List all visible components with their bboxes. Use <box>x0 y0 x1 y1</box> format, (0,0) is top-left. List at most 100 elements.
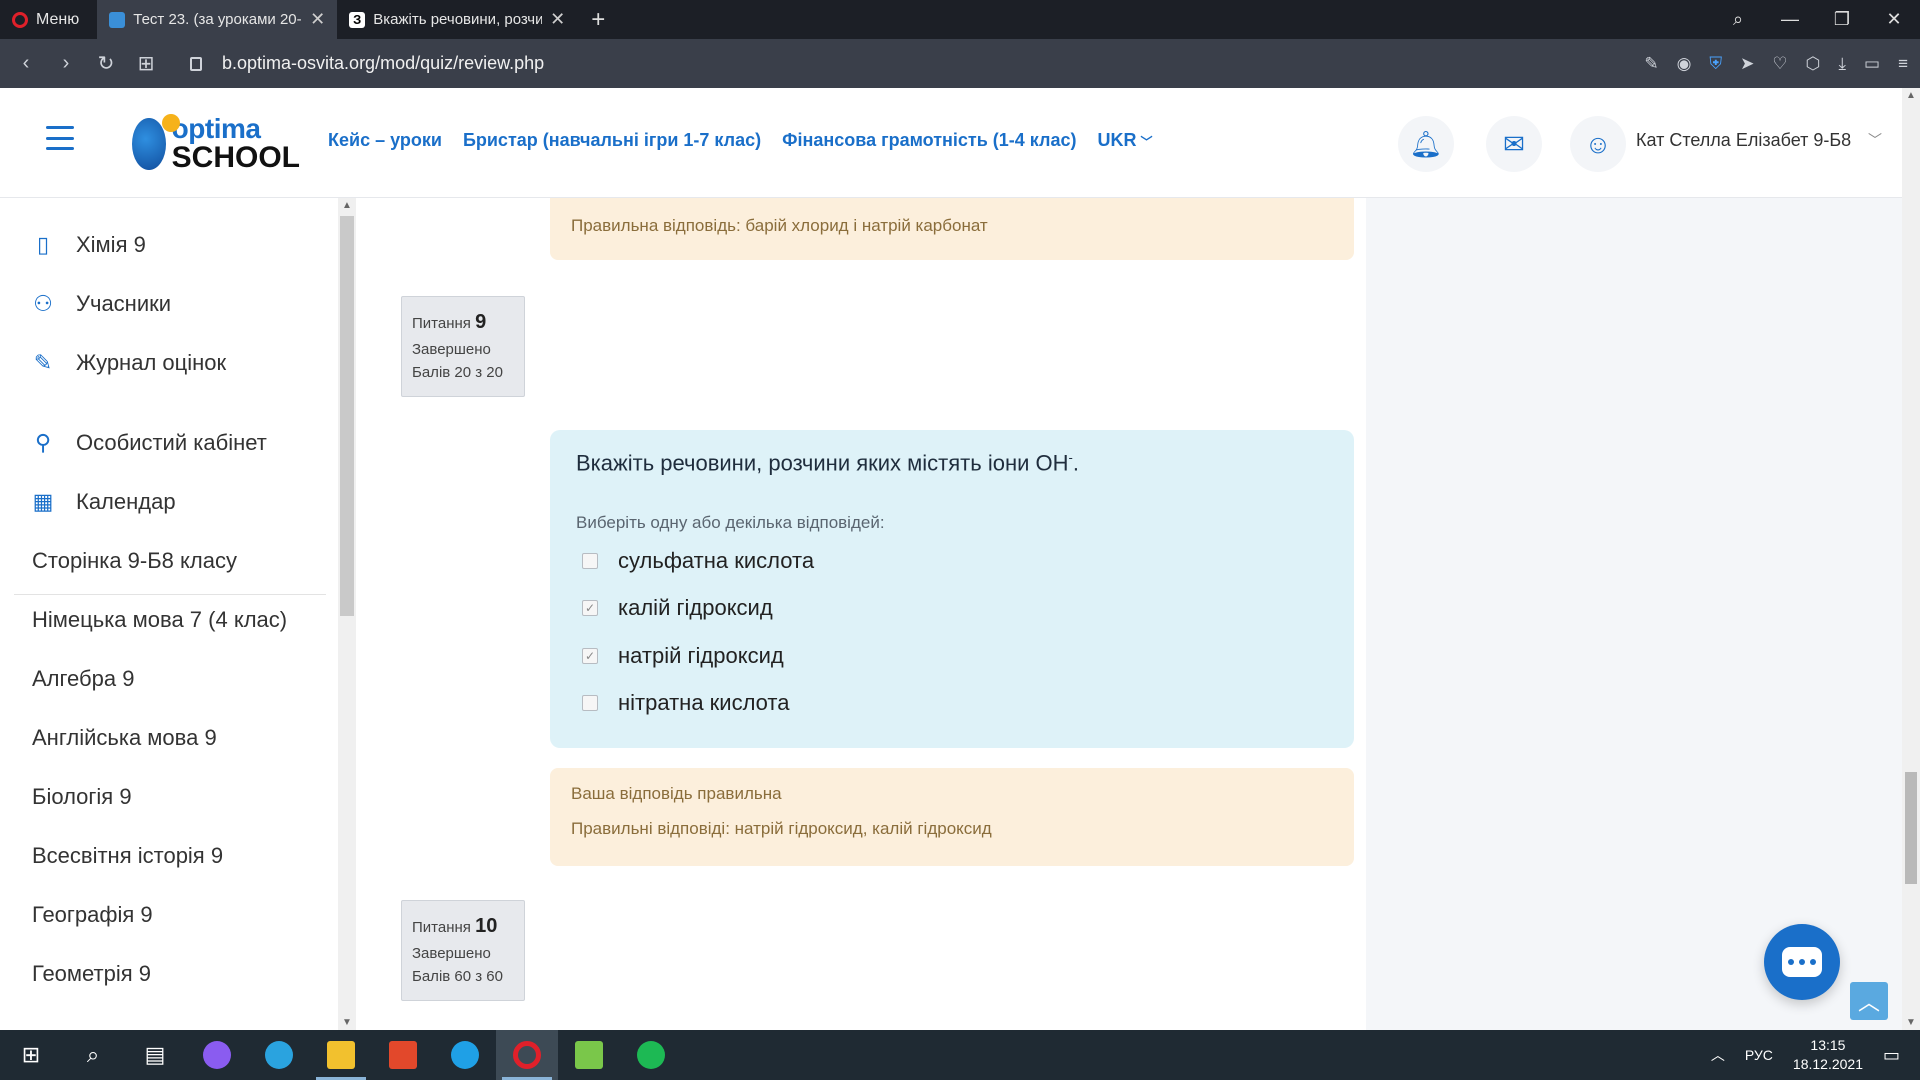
nav-case-lessons[interactable]: Кейс – уроки <box>328 130 442 151</box>
sidebar-item-label: Сторінка 9-Б8 класу <box>32 548 237 573</box>
app-office-icon[interactable] <box>372 1030 434 1080</box>
app-opera-icon[interactable] <box>496 1030 558 1080</box>
speed-dial-icon[interactable]: ⊞ <box>126 51 166 76</box>
site-favicon-icon <box>109 11 126 28</box>
send-icon[interactable]: ➤ <box>1740 54 1754 74</box>
page-scrollbar[interactable]: ▲ ▼ <box>1902 88 1920 1030</box>
scroll-down-icon[interactable]: ▼ <box>338 1017 356 1028</box>
back-icon[interactable]: ‹ <box>6 52 46 75</box>
question-9-feedback: Ваша відповідь правильна Правильні відпо… <box>550 768 1354 866</box>
answer-prompt: Виберіть одну або декілька відповідей: <box>576 513 885 532</box>
page-scroll-thumb[interactable] <box>1905 772 1917 884</box>
sidebar-item-profile[interactable]: ⚲ Особистий кабінет <box>30 430 267 456</box>
user-menu-chevron-icon[interactable]: ﹀ <box>1868 130 1882 150</box>
hamburger-icon[interactable] <box>46 126 74 150</box>
question-9-box: Вкажіть речовини, розчини яких містять і… <box>550 430 1354 748</box>
reload-icon[interactable]: ↻ <box>86 51 126 76</box>
sidebar-item-biology[interactable]: Біологія 9 <box>32 784 132 810</box>
battery-icon[interactable]: ▭ <box>1864 54 1880 74</box>
forward-icon[interactable]: › <box>46 52 86 75</box>
tab-search[interactable]: З Вкажіть речовини, розчи ✕ <box>337 0 577 39</box>
feedback-correct-answers: Правильні відповіді: натрій гідроксид, к… <box>571 819 992 838</box>
camera-icon[interactable]: ◉ <box>1677 54 1692 74</box>
cube-icon[interactable]: ⬡ <box>1806 54 1821 74</box>
scroll-up-icon[interactable]: ▲ <box>338 200 356 211</box>
user-name[interactable]: Кат Стелла Елізабет 9-Б8 <box>1636 130 1851 151</box>
opera-menu-button[interactable]: Меню <box>0 0 97 39</box>
sidebar-scroll-thumb[interactable] <box>340 216 354 616</box>
notifications-bell-icon[interactable]: 🔔︎ <box>1398 116 1454 172</box>
app-skype-icon[interactable] <box>434 1030 496 1080</box>
app-telegram-icon[interactable] <box>248 1030 310 1080</box>
logo-word-optima: optima <box>171 113 261 144</box>
sidebar-item-calendar[interactable]: ▦ Календар <box>30 489 176 515</box>
answer-option[interactable]: ✓ натрій гідроксид <box>582 643 784 669</box>
scroll-down-icon[interactable]: ▼ <box>1902 1017 1920 1028</box>
scroll-to-top-button[interactable]: ︿ <box>1850 982 1888 1020</box>
new-tab-icon[interactable]: + <box>577 6 619 34</box>
windows-start-icon[interactable]: ⊞ <box>0 1030 62 1080</box>
input-language[interactable]: РУС <box>1745 1047 1773 1063</box>
minimize-icon[interactable]: — <box>1764 9 1816 30</box>
user-avatar-icon[interactable]: ☺ <box>1570 116 1626 172</box>
close-window-icon[interactable]: ✕ <box>1868 9 1920 30</box>
search-tabs-icon[interactable]: ⌕ <box>1712 9 1764 30</box>
sidebar-item-label: Журнал оцінок <box>76 350 227 375</box>
close-tab-icon[interactable]: ✕ <box>550 9 565 30</box>
url-text: b.optima-osvita.org/mod/quiz/review.php <box>222 53 545 73</box>
restore-icon[interactable]: ❐ <box>1816 9 1868 30</box>
sidebar-item-participants[interactable]: ⚇ Учасники <box>30 291 171 317</box>
answer-option[interactable]: сульфатна кислота <box>582 548 814 574</box>
nav-brystar[interactable]: Бристар (навчальні ігри 1-7 клас) <box>463 130 761 151</box>
snapshot-edit-icon[interactable]: ✎ <box>1644 54 1658 74</box>
messages-icon[interactable]: ✉ <box>1486 116 1542 172</box>
sidebar-item-chemistry[interactable]: ▯ Хімія 9 <box>30 232 146 258</box>
sidebar-item-world-history[interactable]: Всесвітня історія 9 <box>32 843 223 869</box>
sidebar-item-geography[interactable]: Географія 9 <box>32 902 153 928</box>
tray-expand-icon[interactable]: ︿ <box>1711 1045 1725 1065</box>
sidebar-item-algebra[interactable]: Алгебра 9 <box>32 666 134 692</box>
sidebar-item-label: Хімія 9 <box>76 232 146 257</box>
question-text: Вкажіть речовини, розчини яких містять і… <box>576 450 1079 476</box>
checkbox-checked[interactable]: ✓ <box>582 648 598 664</box>
shield-icon[interactable]: ⛨ <box>1709 54 1722 74</box>
task-view-icon[interactable]: ▤ <box>124 1030 186 1080</box>
nav-financial-literacy[interactable]: Фінансова грамотність (1-4 клас) <box>782 130 1076 151</box>
site-logo[interactable]: optima SCHOOL <box>132 113 300 173</box>
checkbox-unchecked[interactable] <box>582 695 598 711</box>
menu-icon[interactable]: ≡ <box>1898 54 1908 74</box>
nav-language[interactable]: UKR ﹀ <box>1098 130 1153 151</box>
tab-quiz[interactable]: Тест 23. (за уроками 20-22 ✕ <box>97 0 338 39</box>
download-icon[interactable]: ⤓ <box>1839 54 1847 74</box>
sidebar-item-english[interactable]: Англійська мова 9 <box>32 725 217 751</box>
chat-button[interactable] <box>1764 924 1840 1000</box>
notifications-icon[interactable]: ▭ <box>1883 1045 1900 1066</box>
app-alice-icon[interactable] <box>186 1030 248 1080</box>
question-grade: Балів 60 з 60 <box>412 968 503 986</box>
clock-date: 18.12.2021 <box>1792 1056 1863 1072</box>
sidebar-item-gradebook[interactable]: ✎ Журнал оцінок <box>30 350 226 376</box>
answer-option[interactable]: ✓ калій гідроксид <box>582 595 773 621</box>
scroll-up-icon[interactable]: ▲ <box>1902 90 1920 101</box>
app-file-explorer-icon[interactable] <box>310 1030 372 1080</box>
sidebar-scrollbar[interactable]: ▲ ▼ <box>338 198 356 1030</box>
sidebar-item-label: Календар <box>76 489 176 514</box>
sidebar-item-label: Особистий кабінет <box>76 430 267 455</box>
clock[interactable]: 13:15 18.12.2021 <box>1793 1036 1863 1074</box>
app-spotify-icon[interactable] <box>620 1030 682 1080</box>
sidebar-nav: ▯ Хімія 9 ⚇ Учасники ✎ Журнал оцінок ⚲ О… <box>0 198 338 1030</box>
close-tab-icon[interactable]: ✕ <box>310 9 325 30</box>
checkbox-unchecked[interactable] <box>582 553 598 569</box>
url-field[interactable]: b.optima-osvita.org/mod/quiz/review.php <box>190 53 544 74</box>
sidebar-item-class-page[interactable]: Сторінка 9-Б8 класу <box>32 548 237 574</box>
app-bluestacks-icon[interactable] <box>558 1030 620 1080</box>
question-label: Питання <box>412 919 471 936</box>
heart-icon[interactable]: ♡ <box>1772 54 1787 74</box>
answer-label: нітратна кислота <box>618 690 790 715</box>
sidebar-item-german[interactable]: Німецька мова 7 (4 клас) <box>32 607 287 633</box>
checkbox-checked[interactable]: ✓ <box>582 600 598 616</box>
answer-option[interactable]: нітратна кислота <box>582 690 790 716</box>
sidebar-item-label: Геометрія 9 <box>32 961 152 986</box>
search-icon[interactable]: ⌕ <box>62 1030 124 1080</box>
sidebar-item-geometry[interactable]: Геометрія 9 <box>32 961 151 987</box>
